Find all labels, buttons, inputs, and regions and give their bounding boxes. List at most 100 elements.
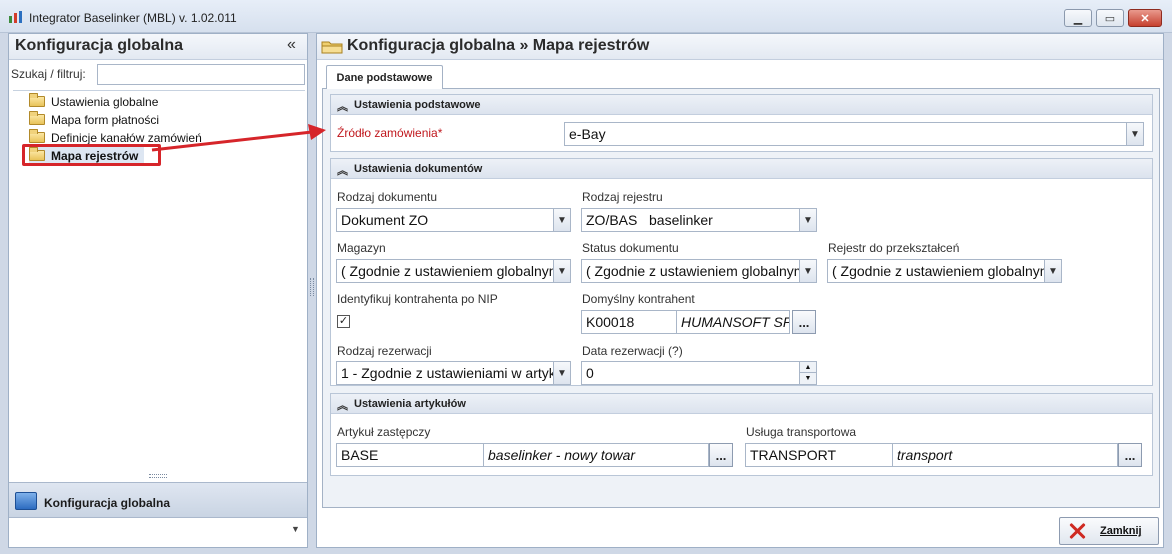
tab-body: ︽ Ustawienia podstawowe Źródło zamówieni… (322, 88, 1160, 508)
artykul-code-input[interactable]: BASE (336, 443, 484, 467)
artykul-zastepczy-label: Artykuł zastępczy (337, 425, 431, 439)
select-value: ( Zgodnie z ustawieniem globalnym ) (586, 263, 814, 279)
right-panel-header: Konfiguracja globalna » Mapa rejestrów (317, 34, 1163, 60)
group-title: Ustawienia dokumentów (354, 163, 483, 175)
magazyn-select[interactable]: ( Zgodnie z ustawieniem globalnym ) ▼ (336, 259, 571, 283)
tree-item-mapa-form-platnosci[interactable]: Mapa form płatności (29, 111, 159, 128)
nip-label: Identyfikuj kontrahenta po NIP (337, 292, 498, 306)
window-title: Integrator Baselinker (MBL) v. 1.02.011 (29, 11, 237, 25)
nip-checkbox[interactable]: ✓ (337, 315, 350, 328)
kontrahent-code: K00018 (586, 314, 635, 330)
group-header[interactable]: ︽ Ustawienia podstawowe (331, 95, 1152, 115)
close-icon: ✕ (1140, 12, 1150, 25)
minimize-button[interactable]: ▁ (1064, 9, 1092, 27)
usluga-code: TRANSPORT (750, 447, 837, 463)
group-basic-settings: ︽ Ustawienia podstawowe Źródło zamówieni… (330, 94, 1153, 152)
search-label: Szukaj / filtruj: (11, 67, 86, 81)
folder-icon (321, 41, 343, 54)
tab-dane-podstawowe[interactable]: Dane podstawowe (326, 65, 443, 89)
spin-up-icon[interactable]: ▲ (799, 362, 816, 373)
select-value: ( Zgodnie z ustawieniem globalnym ) (341, 263, 569, 279)
search-input[interactable] (97, 64, 305, 85)
artykul-browse-button[interactable]: ... (709, 443, 733, 467)
select-value: ( Zgodnie z ustawieniem globalnym ) (832, 263, 1060, 279)
status-dokumentu-select[interactable]: ( Zgodnie z ustawieniem globalnym ) ▼ (581, 259, 817, 283)
group-header[interactable]: ︽ Ustawienia artykułów (331, 394, 1152, 414)
group-item-settings: ︽ Ustawienia artykułów Artykuł zastępczy… (330, 393, 1153, 476)
collapse-group-icon: ︽ (337, 101, 348, 113)
nav-pane-dropdown-icon[interactable]: ▼ (291, 524, 300, 534)
panel-resize-grip[interactable] (310, 278, 314, 296)
rodzaj-rezerwacji-label: Rodzaj rezerwacji (337, 344, 432, 358)
close-button[interactable]: Zamknij (1059, 517, 1159, 545)
tree-item-label: Mapa form płatności (51, 112, 160, 127)
group-title: Ustawienia artykułów (354, 398, 466, 410)
zrodlo-zamowienia-label: Źródło zamówienia* (337, 126, 443, 140)
group-document-settings: ︽ Ustawienia dokumentów Rodzaj dokumentu… (330, 158, 1153, 386)
close-button-label: Zamknij (1100, 525, 1142, 537)
select-value: 1 - Zgodnie z ustawieniami w artykule (341, 365, 571, 381)
artykul-name: baselinker - nowy towar (488, 447, 636, 463)
collapse-panel-icon[interactable]: « (287, 36, 296, 54)
chevron-down-icon[interactable]: ▼ (553, 209, 570, 231)
rodzaj-rezerwacji-select[interactable]: 1 - Zgodnie z ustawieniami w artykule ▼ (336, 361, 571, 385)
folder-icon (29, 129, 45, 143)
usluga-code-input[interactable]: TRANSPORT (745, 443, 893, 467)
usluga-name: transport (897, 447, 953, 463)
usluga-browse-button[interactable]: ... (1118, 443, 1142, 467)
zrodlo-zamowienia-select[interactable]: e-Bay ▼ (564, 122, 1144, 146)
spin-down-icon[interactable]: ▼ (799, 373, 816, 384)
left-panel: Konfiguracja globalna « Szukaj / filtruj… (8, 33, 308, 548)
chevron-down-icon[interactable]: ▼ (799, 209, 816, 231)
left-panel-header: Konfiguracja globalna « (9, 34, 307, 60)
close-window-button[interactable]: ✕ (1128, 9, 1162, 27)
app-logo-icon (9, 11, 22, 23)
collapse-group-icon: ︽ (337, 400, 348, 412)
minimize-icon: ▁ (1073, 12, 1083, 25)
tree-item-ustawienia-globalne[interactable]: Ustawienia globalne (29, 93, 158, 110)
artykul-name-field: baselinker - nowy towar (483, 443, 709, 467)
chevron-down-icon[interactable]: ▼ (799, 260, 816, 282)
right-panel: Konfiguracja globalna » Mapa rejestrów D… (316, 33, 1164, 548)
maximize-button[interactable]: ▭ (1096, 9, 1124, 27)
close-x-icon (1068, 522, 1086, 540)
maximize-icon: ▭ (1104, 12, 1116, 25)
kontrahent-name: HUMANSOFT SP (681, 314, 790, 330)
nav-pane-label: Konfiguracja globalna (44, 496, 171, 510)
rodzaj-rejestru-select[interactable]: ZO/BAS baselinker ▼ (581, 208, 817, 232)
chevron-down-icon[interactable]: ▼ (553, 362, 570, 384)
rejestr-przeksztalcen-label: Rejestr do przekształceń (828, 241, 960, 255)
group-header[interactable]: ︽ Ustawienia dokumentów (331, 159, 1152, 179)
magazyn-label: Magazyn (337, 241, 386, 255)
rodzaj-dokumentu-select[interactable]: Dokument ZO ▼ (336, 208, 571, 232)
kontrahent-code-input[interactable]: K00018 (581, 310, 677, 334)
splitter-grip[interactable] (149, 474, 167, 478)
rodzaj-dokumentu-label: Rodzaj dokumentu (337, 190, 438, 204)
rodzaj-rejestru-label: Rodzaj rejestru (582, 190, 663, 204)
usluga-transportowa-label: Usługa transportowa (746, 425, 857, 439)
select-value: e-Bay (569, 126, 606, 142)
highlight-annotation-box (22, 144, 161, 166)
chevron-down-icon[interactable]: ▼ (1126, 123, 1143, 145)
rejestr-przeksztalcen-select[interactable]: ( Zgodnie z ustawieniem globalnym ) ▼ (827, 259, 1062, 283)
artykul-code: BASE (341, 447, 379, 463)
chevron-down-icon[interactable]: ▼ (1044, 260, 1061, 282)
usluga-name-field: transport (892, 443, 1118, 467)
chevron-down-icon[interactable]: ▼ (553, 260, 570, 282)
folder-icon (29, 111, 45, 125)
folder-icon (29, 93, 45, 107)
select-value: Dokument ZO (341, 212, 429, 228)
page-title: Konfiguracja globalna » Mapa rejestrów (347, 37, 650, 54)
collapse-group-icon: ︽ (337, 165, 348, 177)
kontrahent-browse-button[interactable]: ... (792, 310, 816, 334)
nav-pane-bar[interactable]: Konfiguracja globalna (9, 482, 307, 518)
spinner-value: 0 (586, 365, 594, 381)
folder-open-icon (15, 492, 37, 510)
left-panel-title: Konfiguracja globalna (15, 37, 184, 54)
status-dokumentu-label: Status dokumentu (582, 241, 679, 255)
select-value: ZO/BAS baselinker (586, 212, 713, 228)
kontrahent-name-field: HUMANSOFT SP (676, 310, 790, 334)
data-rezerwacji-label: Data rezerwacji (?) (582, 344, 683, 358)
domyslny-kontrahent-label: Domyślny kontrahent (582, 292, 695, 306)
data-rezerwacji-spinner[interactable]: 0 ▲ ▼ (581, 361, 817, 385)
